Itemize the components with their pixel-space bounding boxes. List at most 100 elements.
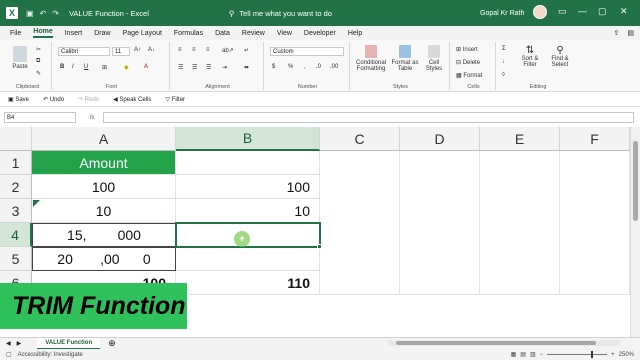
align-left-icon[interactable]: ☰ — [178, 64, 183, 71]
qat-save[interactable]: ▣ Save — [8, 96, 29, 103]
page-break-view-icon[interactable]: ▥ — [530, 351, 536, 358]
orientation-icon[interactable]: ab↗ — [222, 47, 234, 54]
grow-font-icon[interactable]: A↑ — [134, 47, 141, 53]
error-indicator-icon[interactable] — [33, 200, 40, 207]
shrink-font-icon[interactable]: A↓ — [148, 47, 155, 53]
percent-icon[interactable]: % — [288, 64, 293, 70]
merge-center-icon[interactable]: ⬌ — [244, 64, 249, 71]
maximize-icon[interactable]: ▢ — [598, 6, 607, 17]
copy-icon[interactable]: ⧉ — [36, 58, 40, 65]
add-sheet-icon[interactable]: ⊕ — [108, 338, 116, 349]
vertical-scrollbar[interactable] — [630, 127, 640, 337]
qat-redo[interactable]: ↷ Redo — [78, 96, 99, 103]
delete-button[interactable]: ⊟ Delete — [456, 59, 480, 66]
cells-column-c[interactable] — [320, 151, 400, 295]
tab-view[interactable]: View — [277, 30, 292, 37]
find-select-button[interactable]: ⚲ Find & Select — [546, 45, 574, 68]
zoom-slider[interactable] — [547, 351, 608, 358]
formula-input[interactable] — [102, 112, 634, 123]
horizontal-scrollbar[interactable] — [388, 340, 620, 346]
cell-a4[interactable]: 15, 000 — [32, 223, 176, 247]
paste-button[interactable]: Paste — [10, 46, 30, 70]
column-header-a[interactable]: A — [32, 127, 176, 151]
tab-data[interactable]: Data — [215, 30, 230, 37]
comments-icon[interactable]: ▤ — [627, 29, 634, 37]
select-all-corner[interactable] — [0, 127, 32, 151]
font-size-box[interactable]: 11 — [112, 47, 130, 56]
column-header-f[interactable]: F — [560, 127, 630, 151]
align-center-icon[interactable]: ☰ — [192, 64, 197, 71]
zoom-out-icon[interactable]: − — [540, 352, 544, 358]
tab-review[interactable]: Review — [242, 30, 265, 37]
cell-a3[interactable]: 10 — [32, 199, 176, 223]
close-icon[interactable]: ✕ — [620, 6, 628, 17]
vertical-scroll-thumb[interactable] — [633, 141, 638, 221]
redo-icon[interactable]: ↷ — [52, 9, 59, 18]
cell-b3[interactable]: 10 — [176, 199, 320, 223]
cells-column-f[interactable] — [560, 151, 630, 295]
normal-view-icon[interactable]: ▦ — [511, 351, 517, 358]
indent-icon[interactable]: ⇥ — [222, 64, 227, 71]
cell-b6[interactable]: 110 — [176, 271, 320, 295]
cells-column-d[interactable] — [400, 151, 480, 295]
conditional-formatting-button[interactable]: Conditional Formatting — [354, 45, 388, 72]
cell-b2[interactable]: 100 — [176, 175, 320, 199]
qat-undo[interactable]: ↶ Undo — [43, 96, 64, 103]
align-right-icon[interactable]: ☰ — [206, 64, 211, 71]
page-layout-view-icon[interactable]: ▤ — [520, 351, 526, 358]
fx-icon[interactable]: fx — [90, 115, 95, 121]
zoom-knob[interactable] — [591, 351, 594, 358]
bold-icon[interactable]: B — [60, 64, 64, 70]
fill-color-icon[interactable]: ◆ — [124, 64, 129, 71]
cell-b5[interactable] — [176, 247, 320, 271]
cell-a5[interactable]: 20 ,00 0 — [32, 247, 176, 271]
save-icon[interactable]: ▣ — [26, 9, 34, 18]
tab-home[interactable]: Home — [33, 28, 53, 38]
number-format-box[interactable]: Custom — [270, 47, 344, 56]
row-header-5[interactable]: 5 — [0, 247, 32, 271]
align-bottom-icon[interactable]: ≡ — [206, 47, 210, 53]
horizontal-scroll-thumb[interactable] — [396, 341, 596, 345]
qat-filter[interactable]: ▽ Filter — [165, 96, 185, 103]
qat-speak-cells[interactable]: ◀ Speak Cells — [113, 96, 151, 103]
ribbon-display-icon[interactable]: ▭ — [558, 6, 567, 17]
fill-handle[interactable] — [317, 244, 322, 249]
insert-button[interactable]: ⊞ Insert — [456, 46, 478, 53]
tab-help[interactable]: Help — [348, 30, 362, 37]
next-sheet-icon[interactable]: ▶ — [17, 340, 22, 347]
comma-icon[interactable]: , — [304, 64, 306, 70]
row-header-4[interactable]: 4 — [0, 223, 32, 247]
align-top-icon[interactable]: ≡ — [178, 47, 182, 53]
tab-formulas[interactable]: Formulas — [174, 30, 203, 37]
name-box[interactable]: B4 — [4, 112, 76, 123]
tab-file[interactable]: File — [10, 30, 21, 37]
zoom-level[interactable]: 250% — [619, 352, 634, 358]
cell-a1[interactable]: Amount — [32, 151, 176, 175]
underline-icon[interactable]: U — [84, 64, 88, 70]
cut-icon[interactable]: ✂ — [36, 46, 41, 53]
sheet-tab-value-function[interactable]: VALUE Function — [37, 337, 101, 350]
wrap-text-icon[interactable]: ↵ — [244, 47, 249, 54]
borders-icon[interactable]: ⊞ — [102, 64, 107, 71]
cell-a2[interactable]: 100 — [32, 175, 176, 199]
format-as-table-button[interactable]: Format as Table — [390, 45, 420, 72]
column-header-b[interactable]: B — [176, 127, 320, 151]
tab-page-layout[interactable]: Page Layout — [123, 30, 162, 37]
tab-developer[interactable]: Developer — [304, 30, 336, 37]
row-header-2[interactable]: 2 — [0, 175, 32, 199]
decrease-decimal-icon[interactable]: .00 — [330, 64, 338, 70]
accessibility-status[interactable]: Accessibility: Investigate — [18, 352, 83, 358]
align-middle-icon[interactable]: ≡ — [192, 47, 196, 53]
italic-icon[interactable]: I — [72, 64, 74, 70]
cells-column-e[interactable] — [480, 151, 560, 295]
undo-icon[interactable]: ↶ — [40, 9, 47, 18]
avatar[interactable] — [533, 5, 547, 19]
cell-b1[interactable] — [176, 151, 320, 175]
minimize-icon[interactable]: — — [578, 6, 587, 16]
user-name[interactable]: Gopal Kr Rath — [480, 10, 524, 17]
fill-icon[interactable]: ↓ — [502, 59, 505, 65]
format-painter-icon[interactable]: ✎ — [36, 70, 41, 77]
tab-insert[interactable]: Insert — [65, 30, 83, 37]
column-header-d[interactable]: D — [400, 127, 480, 151]
column-header-e[interactable]: E — [480, 127, 560, 151]
